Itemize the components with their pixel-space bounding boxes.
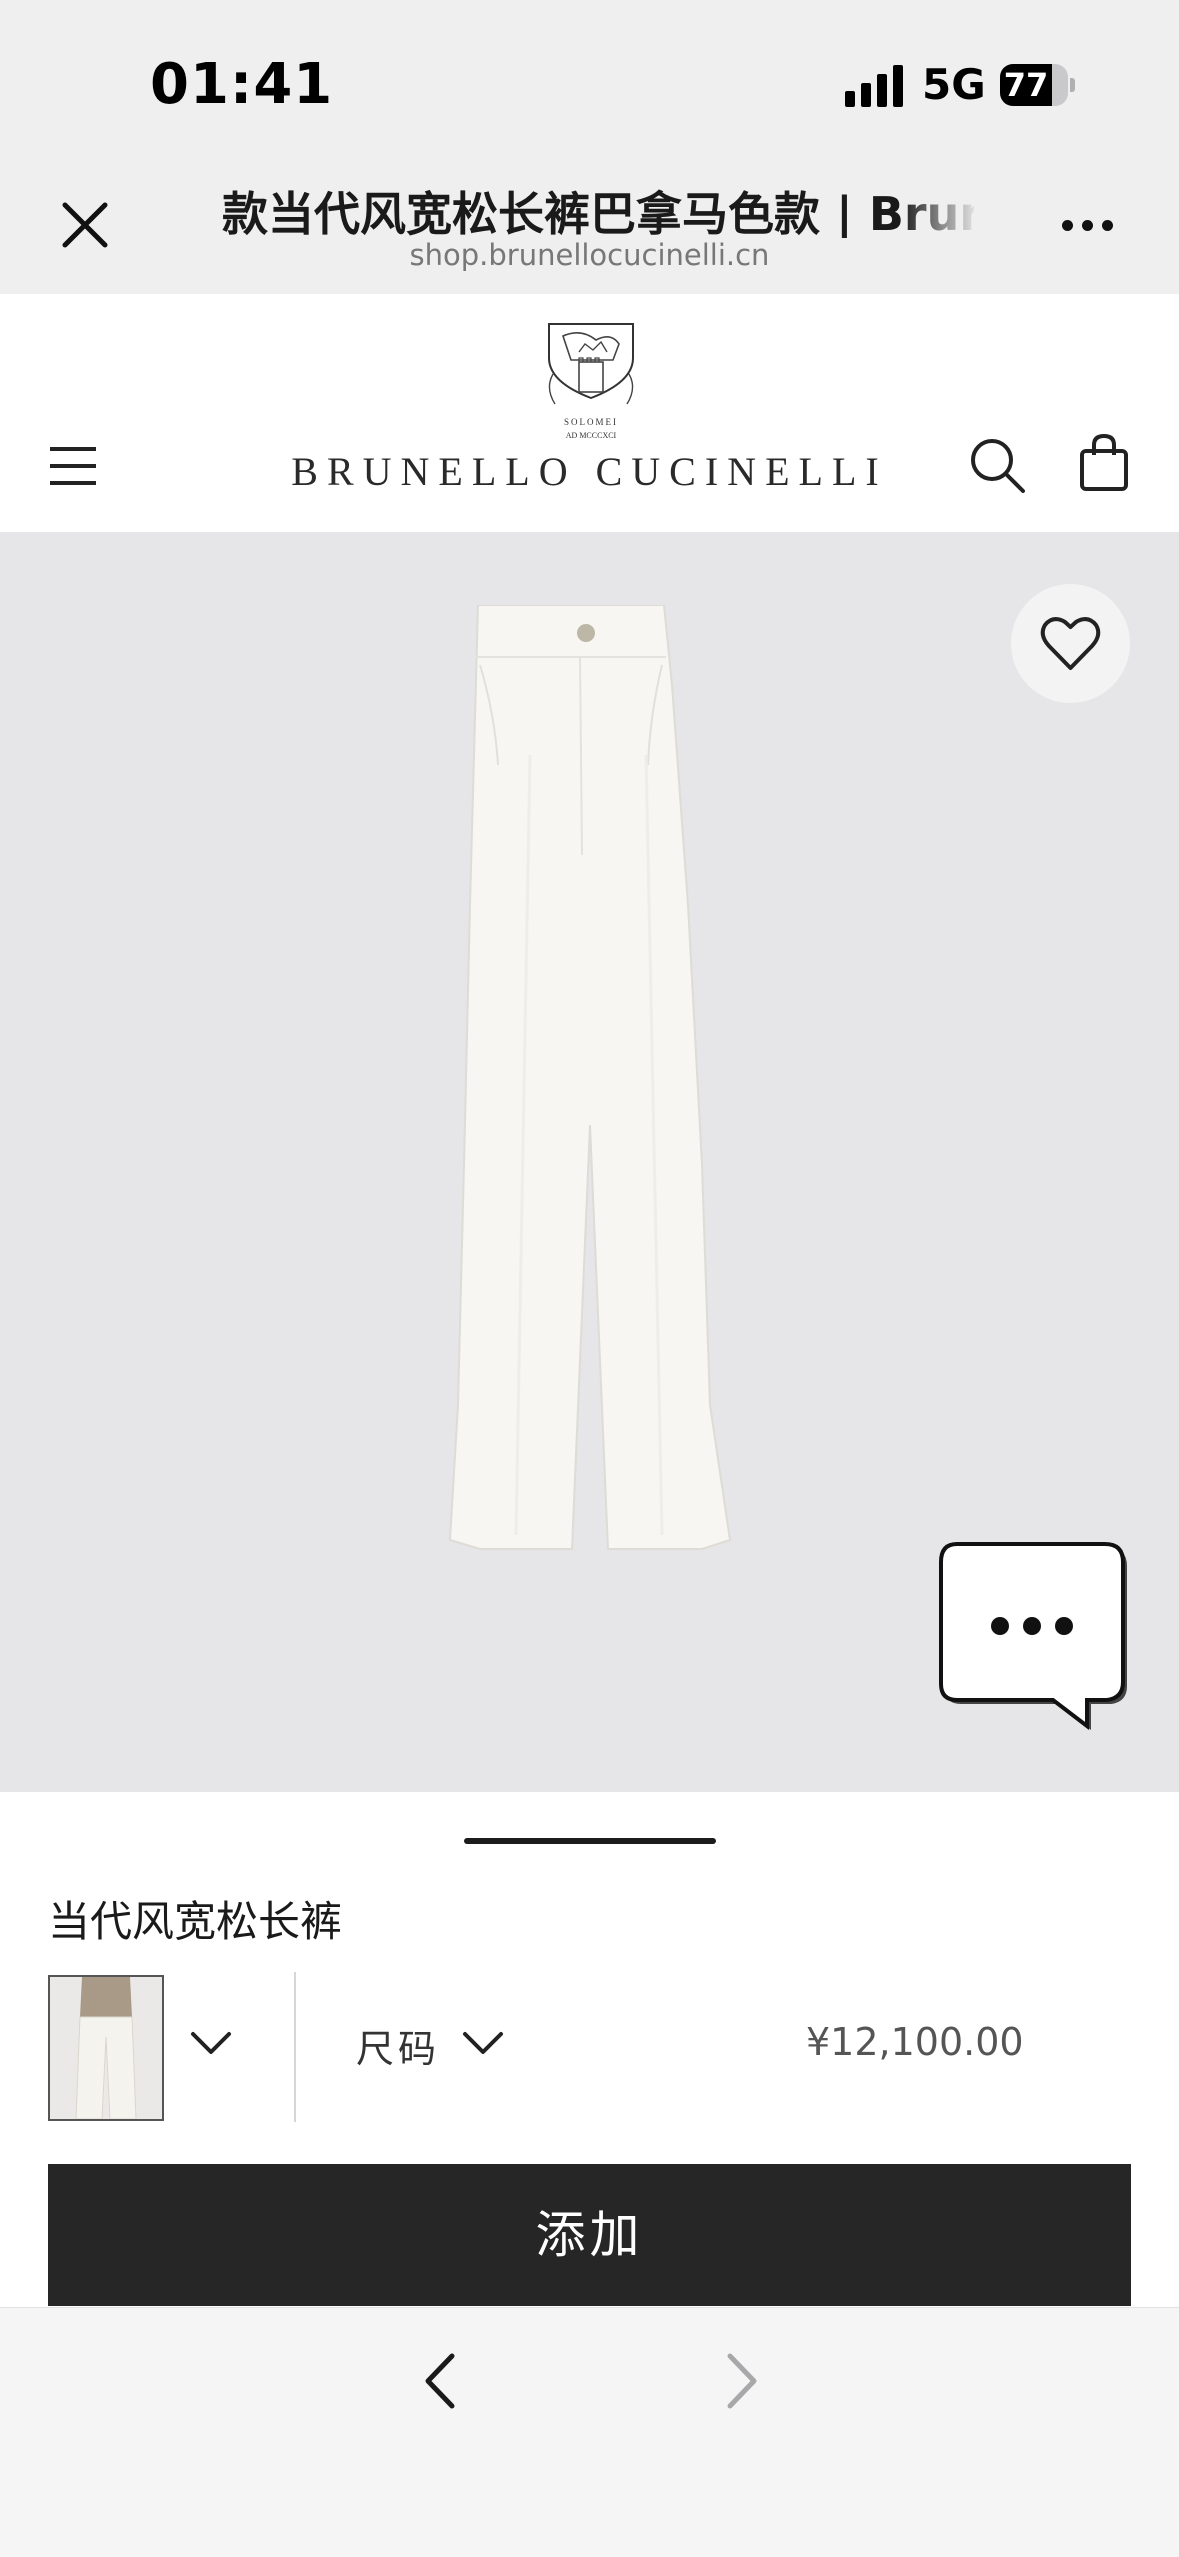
- chat-bubble-icon[interactable]: [935, 1540, 1131, 1730]
- battery-level: 77: [1003, 66, 1049, 104]
- chevron-down-icon[interactable]: [190, 2030, 232, 2058]
- crest-motto: SOLOMEI: [564, 417, 618, 427]
- chevron-left-icon[interactable]: [420, 2352, 460, 2410]
- title-fade: [900, 178, 980, 242]
- heart-icon: [1040, 617, 1101, 670]
- network-type: 5G: [922, 60, 986, 109]
- size-selector[interactable]: 尺码: [356, 2018, 440, 2073]
- page-url: shop.brunellocucinelli.cn: [409, 238, 770, 272]
- product-name: 当代风宽松长裤: [48, 1897, 343, 1946]
- product-image-pants: [448, 605, 732, 1550]
- battery-icon: 77: [1000, 64, 1075, 106]
- more-icon[interactable]: [1062, 216, 1122, 236]
- signal-icon: [845, 65, 903, 107]
- browser-bottom-nav: [0, 2307, 1179, 2557]
- product-price: ¥12,100.00: [806, 2020, 1024, 2064]
- favorite-button[interactable]: [1011, 584, 1130, 703]
- chevron-right-icon[interactable]: [722, 2352, 762, 2410]
- selector-divider: [294, 1972, 296, 2122]
- search-icon[interactable]: [967, 435, 1027, 495]
- color-swatch-thumbnail[interactable]: [48, 1975, 164, 2121]
- sheet-grabber[interactable]: [464, 1838, 716, 1844]
- add-to-bag-button[interactable]: 添加: [48, 2164, 1131, 2306]
- shopping-bag-icon[interactable]: [1078, 433, 1130, 493]
- page-title-container: 款当代风宽松长裤巴拿马色款 | Brunello Cucinelli: [222, 178, 974, 238]
- page-title: 款当代风宽松长裤巴拿马色款 | Brunello Cucinelli: [222, 187, 974, 238]
- thumbnail-image: [50, 1977, 162, 2119]
- crest-year: AD MCCCXCI: [566, 431, 617, 440]
- brand-crest-logo[interactable]: SOLOMEI AD MCCCXCI: [541, 318, 641, 443]
- status-time: 01:41: [150, 52, 334, 117]
- chevron-down-icon[interactable]: [462, 2030, 504, 2058]
